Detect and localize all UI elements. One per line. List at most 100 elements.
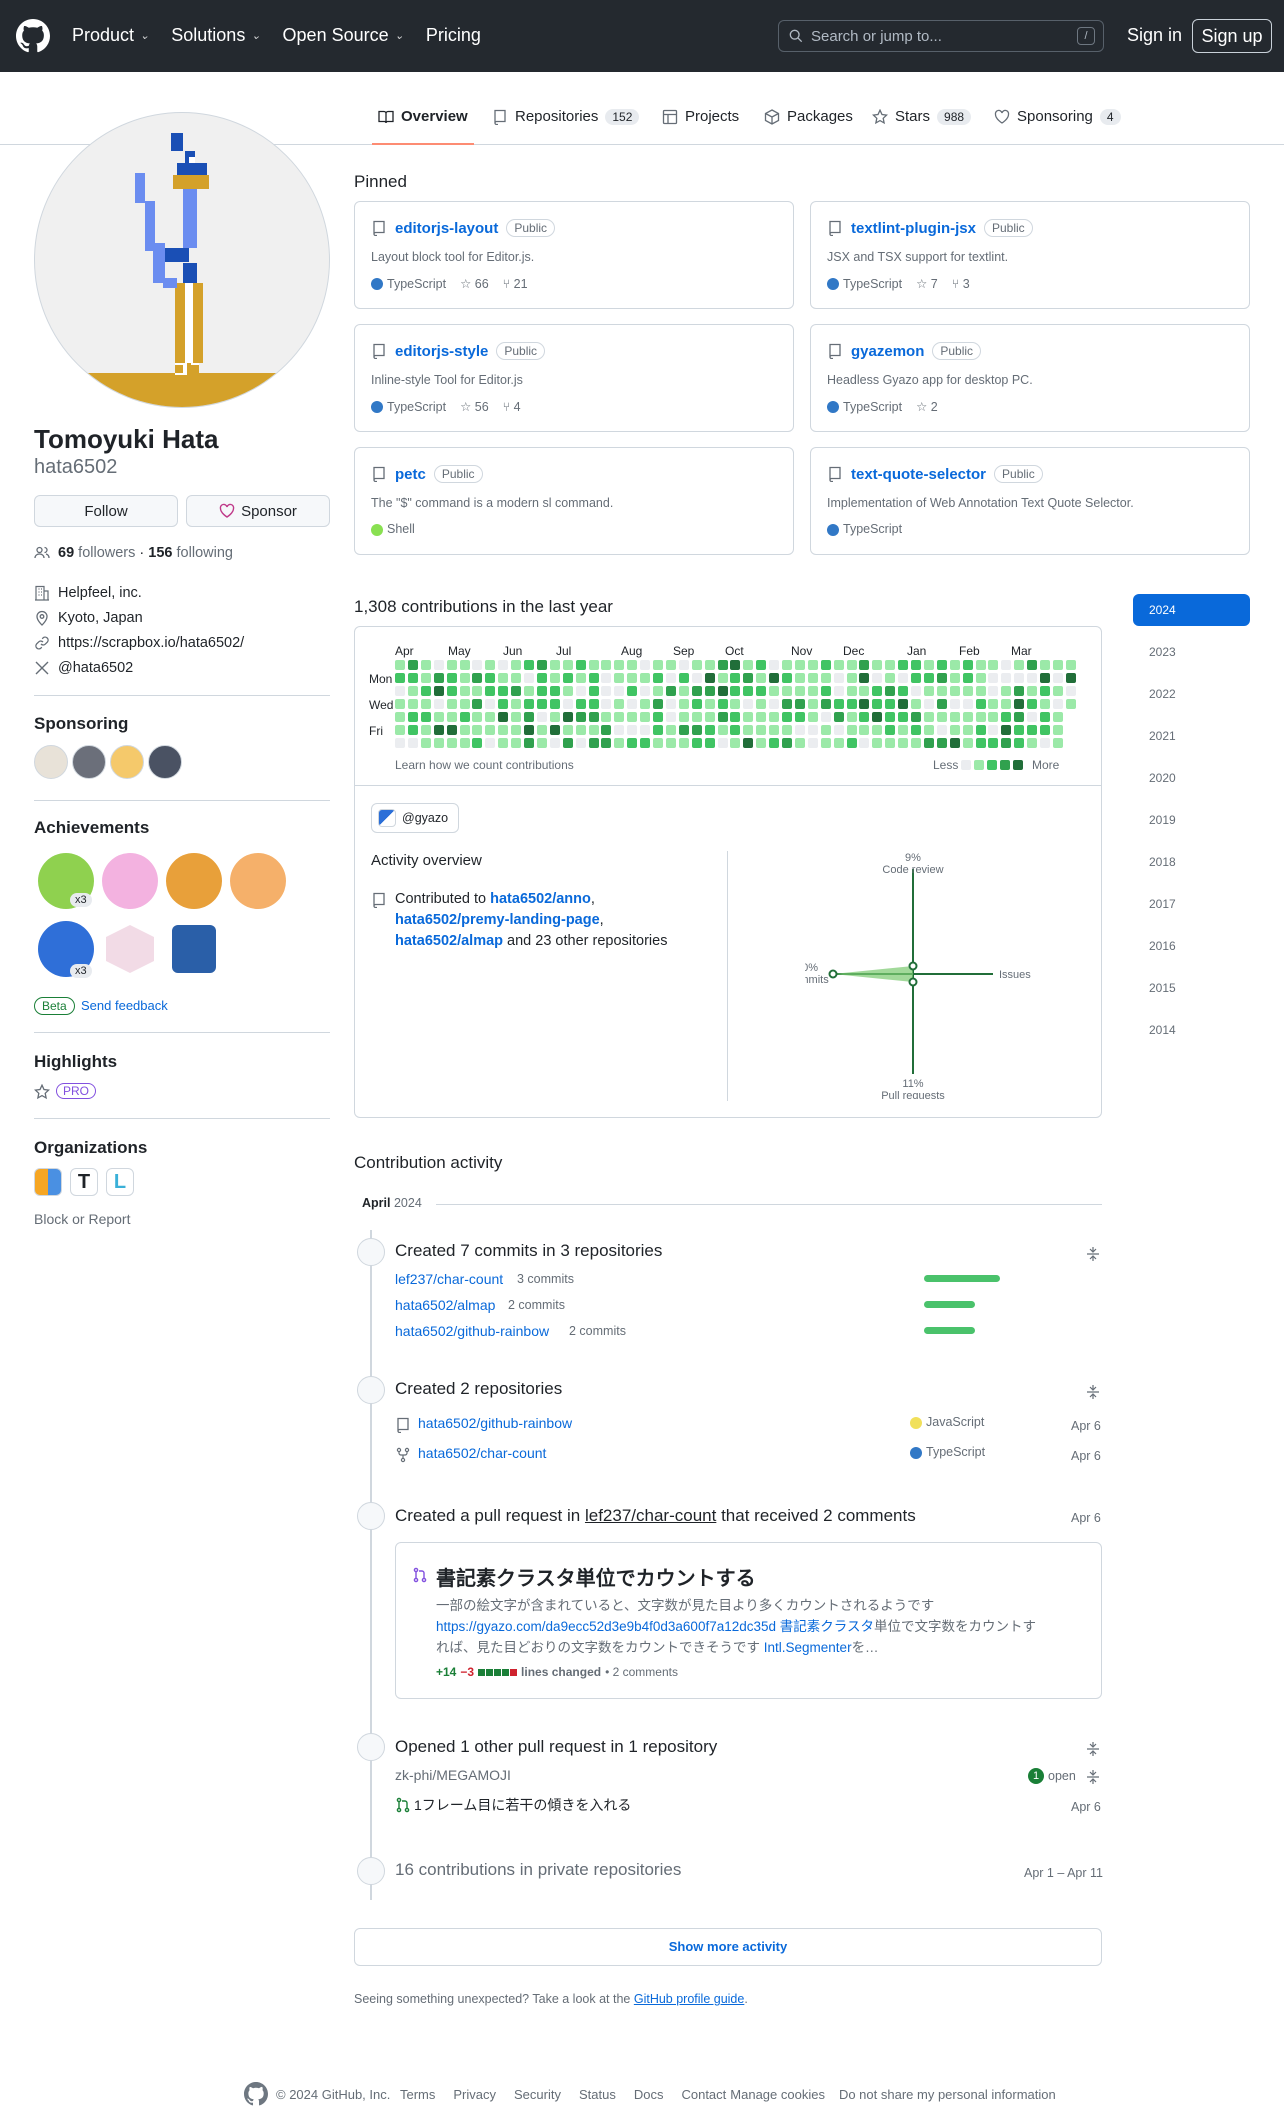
contribution-day[interactable] xyxy=(782,660,792,670)
contribution-day[interactable] xyxy=(936,660,947,670)
contribution-day[interactable] xyxy=(395,673,405,683)
contribution-day[interactable] xyxy=(665,660,676,670)
contribution-day[interactable] xyxy=(1014,660,1025,670)
contribution-day[interactable] xyxy=(485,725,496,735)
block-report-link[interactable]: Block or Report xyxy=(34,1211,130,1227)
commit-repo-link[interactable]: lef237/char-count xyxy=(395,1271,503,1287)
contribution-day[interactable] xyxy=(756,673,767,683)
contribution-day[interactable] xyxy=(614,699,625,709)
footer-link[interactable]: Contact xyxy=(681,2087,726,2102)
contribution-day[interactable] xyxy=(794,660,805,670)
contribution-day[interactable] xyxy=(898,725,909,735)
contribution-day[interactable] xyxy=(846,660,857,670)
footer-link[interactable]: Terms xyxy=(400,2087,435,2102)
repos-event-title[interactable]: Created 2 repositories xyxy=(395,1379,562,1399)
contribution-day[interactable] xyxy=(859,712,870,722)
contribution-day[interactable] xyxy=(653,712,663,722)
contribution-day[interactable] xyxy=(459,673,470,683)
contribution-day[interactable] xyxy=(807,673,818,683)
contribution-day[interactable] xyxy=(833,699,844,709)
contribution-day[interactable] xyxy=(691,712,702,722)
contribution-day[interactable] xyxy=(614,725,625,735)
contribution-day[interactable] xyxy=(601,738,612,748)
contribution-day[interactable] xyxy=(549,725,560,735)
contribution-day[interactable] xyxy=(936,686,947,696)
contribution-day[interactable] xyxy=(575,725,586,735)
tab-projects[interactable]: Projects xyxy=(662,108,739,125)
contribution-day[interactable] xyxy=(536,699,547,709)
contribution-day[interactable] xyxy=(704,673,715,683)
contribution-day[interactable] xyxy=(936,712,947,722)
contribution-day[interactable] xyxy=(536,660,547,670)
pinned-repo-link[interactable]: textlint-plugin-jsx xyxy=(851,220,976,237)
contribution-day[interactable] xyxy=(511,738,522,748)
contribution-day[interactable] xyxy=(704,686,715,696)
contribution-day[interactable] xyxy=(485,712,496,722)
contribution-day[interactable] xyxy=(588,686,599,696)
contribution-day[interactable] xyxy=(1014,686,1025,696)
contribution-day[interactable] xyxy=(420,712,431,722)
fold-icon[interactable] xyxy=(1085,1246,1101,1262)
contribution-day[interactable] xyxy=(395,660,405,670)
contribution-day[interactable] xyxy=(420,660,431,670)
contribution-day[interactable] xyxy=(459,699,470,709)
contribution-day[interactable] xyxy=(859,686,870,696)
year-link[interactable]: 2019 xyxy=(1133,804,1250,836)
fold-icon[interactable] xyxy=(1085,1741,1101,1757)
contribution-day[interactable] xyxy=(588,725,599,735)
commit-count[interactable]: 2 commits xyxy=(508,1298,565,1312)
contribution-day[interactable] xyxy=(962,660,973,670)
contribution-day[interactable] xyxy=(640,725,651,735)
contribution-day[interactable] xyxy=(627,660,638,670)
contribution-day[interactable] xyxy=(678,699,689,709)
contribution-day[interactable] xyxy=(769,673,780,683)
nav-pricing[interactable]: Pricing xyxy=(426,25,481,46)
contribution-day[interactable] xyxy=(898,686,909,696)
contribution-day[interactable] xyxy=(846,686,857,696)
contribution-day[interactable] xyxy=(665,699,676,709)
contribution-day[interactable] xyxy=(524,673,534,683)
contribution-day[interactable] xyxy=(485,738,496,748)
contribution-day[interactable] xyxy=(588,673,599,683)
contribution-day[interactable] xyxy=(807,712,818,722)
contribution-day[interactable] xyxy=(1027,660,1038,670)
contribution-day[interactable] xyxy=(949,738,960,748)
contribution-day[interactable] xyxy=(820,725,831,735)
contribution-day[interactable] xyxy=(433,712,444,722)
contribution-day[interactable] xyxy=(743,673,754,683)
contribution-day[interactable] xyxy=(1040,725,1050,735)
pinned-repo-link[interactable]: text-quote-selector xyxy=(851,466,986,483)
contribution-day[interactable] xyxy=(665,712,676,722)
pr-body-link[interactable]: https://gyazo.com/da9ecc52d3e9b4f0d3a600… xyxy=(436,1619,776,1634)
contribution-day[interactable] xyxy=(743,699,754,709)
contribution-day[interactable] xyxy=(846,725,857,735)
contribution-day[interactable] xyxy=(782,725,792,735)
contribution-day[interactable] xyxy=(665,738,676,748)
pinned-repo-link[interactable]: gyazemon xyxy=(851,343,924,360)
contribution-day[interactable] xyxy=(923,712,934,722)
contribution-day[interactable] xyxy=(472,725,483,735)
contribution-day[interactable] xyxy=(975,660,986,670)
contribution-day[interactable] xyxy=(472,738,483,748)
contribution-day[interactable] xyxy=(730,673,741,683)
repo-link[interactable]: hata6502/premy-landing-page xyxy=(395,912,600,928)
contribution-day[interactable] xyxy=(962,699,973,709)
contribution-day[interactable] xyxy=(562,712,573,722)
contribution-day[interactable] xyxy=(627,673,638,683)
contribution-day[interactable] xyxy=(988,660,999,670)
contribution-day[interactable] xyxy=(988,725,999,735)
forks-link[interactable]: ⑂ 4 xyxy=(503,400,521,414)
org-avatar[interactable]: L xyxy=(106,1168,134,1196)
contribution-day[interactable] xyxy=(885,686,896,696)
send-feedback-link[interactable]: Send feedback xyxy=(81,998,168,1013)
contribution-day[interactable] xyxy=(575,686,586,696)
contribution-day[interactable] xyxy=(678,712,689,722)
contribution-day[interactable] xyxy=(872,699,883,709)
contribution-day[interactable] xyxy=(820,686,831,696)
contribution-day[interactable] xyxy=(988,738,999,748)
contribution-day[interactable] xyxy=(936,699,947,709)
contribution-day[interactable] xyxy=(898,699,909,709)
contribution-day[interactable] xyxy=(407,686,418,696)
contribution-day[interactable] xyxy=(485,660,496,670)
contribution-day[interactable] xyxy=(833,673,844,683)
